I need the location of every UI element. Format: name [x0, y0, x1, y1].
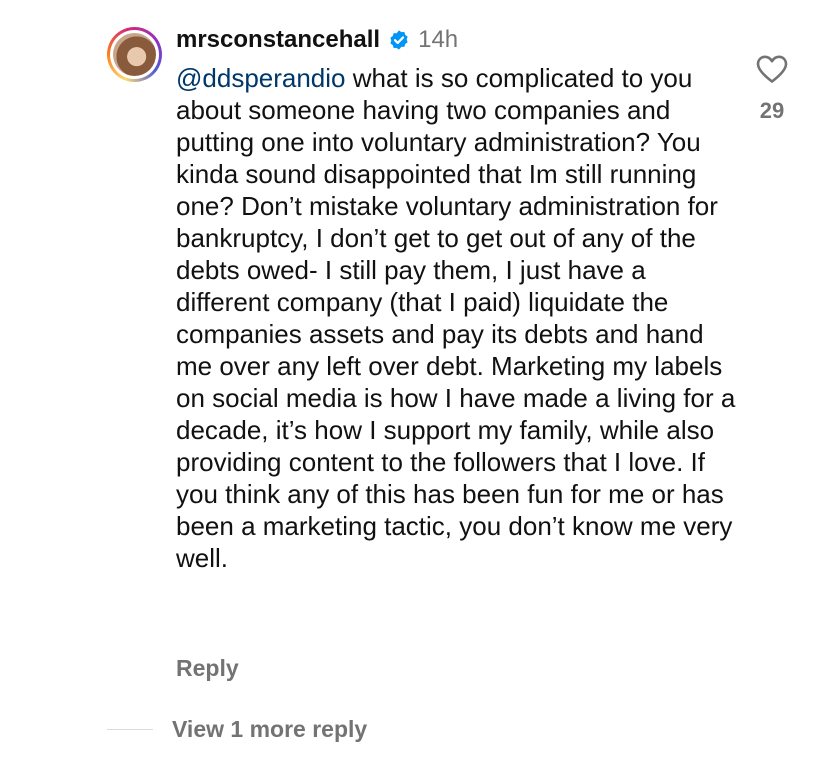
heart-outline-icon[interactable]: [755, 54, 789, 84]
view-more-replies-button[interactable]: View 1 more reply: [172, 716, 367, 743]
avatar[interactable]: [107, 27, 162, 82]
comment-header: mrsconstancehall 14h: [176, 24, 458, 56]
comment-text: what is so complicated to you about some…: [176, 63, 736, 573]
mention-link[interactable]: @ddsperandio: [176, 63, 346, 93]
like-area: 29: [750, 54, 794, 124]
reply-button[interactable]: Reply: [176, 655, 239, 682]
comment-body: @ddsperandio what is so complicated to y…: [176, 62, 736, 574]
thread-divider: [107, 729, 153, 730]
like-count: 29: [759, 98, 785, 123]
comment-timestamp: 14h: [418, 26, 459, 53]
username-link[interactable]: mrsconstancehall: [176, 26, 380, 54]
verified-badge-icon: [390, 30, 408, 50]
profile-photo: [113, 33, 156, 76]
avatar-border: [110, 30, 159, 79]
